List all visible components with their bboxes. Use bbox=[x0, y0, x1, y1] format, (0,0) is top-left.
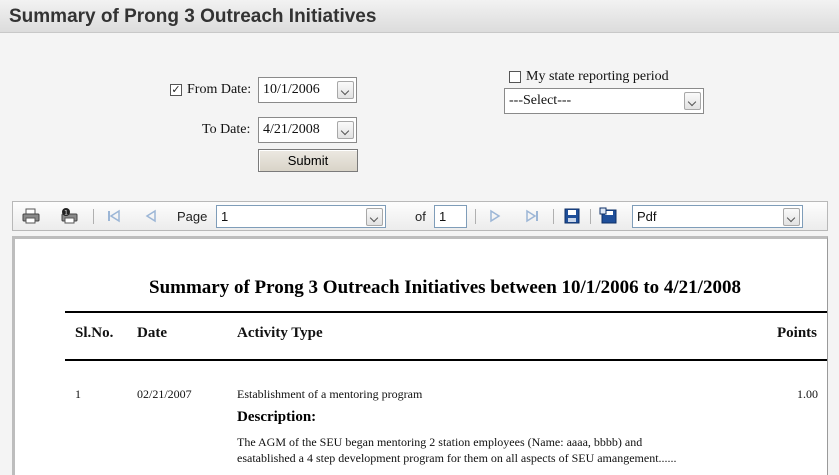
export-format-select[interactable]: Pdf bbox=[632, 205, 803, 228]
print-setup-icon[interactable]: 1 bbox=[59, 207, 79, 225]
first-page-icon[interactable] bbox=[103, 207, 123, 225]
col-activity-header: Activity Type bbox=[237, 325, 323, 341]
page-label: Page bbox=[177, 209, 208, 224]
row-date: 02/21/2007 bbox=[137, 387, 192, 401]
header-top-rule bbox=[65, 311, 827, 313]
toolbar-divider bbox=[475, 209, 476, 224]
export-icon[interactable] bbox=[599, 207, 619, 225]
state-period-select[interactable]: ---Select--- bbox=[504, 88, 704, 114]
state-period-label: My state reporting period bbox=[526, 69, 669, 84]
to-date-value: 4/21/2008 bbox=[263, 122, 320, 137]
toolbar-divider bbox=[93, 209, 94, 224]
report-title: Summary of Prong 3 Outreach Initiatives … bbox=[149, 277, 741, 298]
header-bottom-rule bbox=[65, 359, 827, 361]
toolbar-divider bbox=[590, 209, 591, 224]
chevron-down-icon[interactable] bbox=[337, 81, 354, 99]
title-bar: Summary of Prong 3 Outreach Initiatives bbox=[0, 0, 839, 33]
row-slno: 1 bbox=[75, 387, 81, 401]
row-points: 1.00 bbox=[797, 387, 818, 401]
col-slno-header: Sl.No. bbox=[75, 325, 114, 341]
chevron-down-icon[interactable] bbox=[337, 121, 354, 139]
last-page-icon[interactable] bbox=[523, 207, 543, 225]
page-title: Summary of Prong 3 Outreach Initiatives bbox=[9, 6, 377, 27]
submit-button[interactable]: Submit bbox=[258, 149, 358, 172]
svg-text:1: 1 bbox=[64, 210, 68, 217]
previous-page-icon[interactable] bbox=[141, 207, 161, 225]
to-date-picker[interactable]: 4/21/2008 bbox=[258, 117, 357, 143]
col-points-header: Points bbox=[777, 325, 818, 341]
from-date-label: From Date: bbox=[187, 82, 252, 97]
description-line: esatablished a 4 step development progra… bbox=[237, 451, 677, 465]
total-pages-field: 1 bbox=[434, 205, 467, 228]
from-date-picker[interactable]: 10/1/2006 bbox=[258, 77, 357, 103]
of-label: of bbox=[415, 209, 426, 224]
chevron-down-icon[interactable] bbox=[366, 208, 383, 226]
page-select-value: 1 bbox=[221, 209, 229, 224]
col-date-header: Date bbox=[137, 325, 167, 341]
description-text: The AGM of the SEU began mentoring 2 sta… bbox=[237, 434, 677, 466]
report-toolbar: 1 Page 1 of 1 Pdf bbox=[12, 201, 828, 231]
export-format-value: Pdf bbox=[637, 209, 657, 224]
print-icon[interactable] bbox=[21, 207, 41, 225]
row-activity: Establishment of a mentoring program bbox=[237, 387, 423, 401]
save-icon[interactable] bbox=[562, 207, 582, 225]
description-heading: Description: bbox=[237, 409, 317, 425]
to-date-label: To Date: bbox=[202, 122, 251, 137]
from-date-value: 10/1/2006 bbox=[263, 82, 320, 97]
state-period-checkbox[interactable] bbox=[509, 71, 521, 83]
toolbar-divider bbox=[553, 209, 554, 224]
total-pages-value: 1 bbox=[439, 209, 447, 224]
chevron-down-icon[interactable] bbox=[684, 92, 701, 110]
next-page-icon[interactable] bbox=[485, 207, 505, 225]
page-select[interactable]: 1 bbox=[216, 205, 386, 228]
description-line: The AGM of the SEU began mentoring 2 sta… bbox=[237, 435, 643, 449]
report-viewer: Summary of Prong 3 Outreach Initiatives … bbox=[12, 236, 828, 475]
state-period-value: ---Select--- bbox=[509, 93, 572, 108]
chevron-down-icon[interactable] bbox=[783, 208, 800, 226]
from-date-checkbox[interactable]: ✓ bbox=[170, 84, 182, 96]
